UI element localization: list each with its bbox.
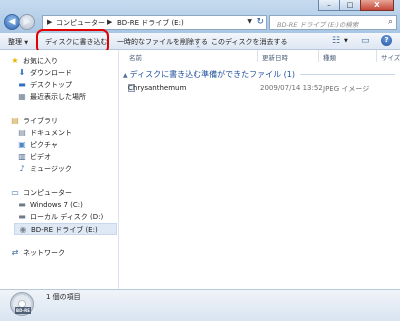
- documents-icon: ▤: [18, 128, 26, 137]
- nav-label: ローカル ディスク (D:): [30, 213, 104, 221]
- column-divider[interactable]: [376, 50, 377, 62]
- nav-computer[interactable]: ▭ コンピューター: [10, 188, 72, 198]
- organize-button[interactable]: 整理 ▼: [8, 37, 28, 47]
- nav-label: ダウンロード: [30, 69, 72, 77]
- nav-label: ライブラリ: [23, 117, 58, 125]
- breadcrumb-computer[interactable]: コンピューター: [56, 18, 105, 28]
- nav-music[interactable]: ♪ ミュージック: [17, 164, 72, 174]
- computer-icon: ▭: [11, 188, 19, 197]
- refresh-icon[interactable]: ↻: [256, 17, 264, 27]
- organize-label: 整理: [8, 38, 22, 46]
- nav-libraries[interactable]: ▤ ライブラリ: [10, 116, 58, 126]
- nav-drive-c[interactable]: ▬ Windows 7 (C:): [17, 200, 83, 209]
- nav-videos[interactable]: ▥ ビデオ: [17, 152, 51, 162]
- network-icon: ⇄: [11, 248, 19, 257]
- file-row[interactable]: Chrysanthemum 2009/07/14 13:52 JPEG イメージ: [128, 84, 398, 94]
- breadcrumb-bd-drive[interactable]: BD-RE ドライブ (E:): [117, 18, 184, 28]
- download-folder-icon: ⬇: [18, 68, 26, 77]
- nav-favorites[interactable]: ★ お気に入り: [10, 56, 58, 66]
- bd-disc-icon: BD-RE: [10, 292, 34, 316]
- collapse-icon: ▲: [123, 72, 128, 79]
- help-icon[interactable]: ?: [381, 35, 392, 46]
- minimize-button[interactable]: –: [318, 0, 340, 11]
- views-dropdown-icon[interactable]: ▼: [344, 38, 348, 44]
- column-header-name[interactable]: 名前: [129, 52, 142, 62]
- group-title: ディスクに書き込む準備ができたファイル (1): [129, 70, 295, 79]
- recent-places-icon: ▦: [18, 92, 26, 101]
- bd-drive-icon: ◉: [19, 225, 27, 234]
- nav-desktop[interactable]: ▬ デスクトップ: [17, 80, 72, 90]
- hard-drive-icon: ▬: [18, 212, 26, 221]
- close-button[interactable]: X: [360, 0, 394, 11]
- erase-disc-button[interactable]: このディスクを消去する: [211, 37, 288, 47]
- chevron-down-icon: ▼: [24, 40, 29, 46]
- nav-label: ピクチャ: [30, 141, 58, 149]
- search-icon[interactable]: ⌕: [388, 17, 393, 27]
- nav-label: Windows 7 (C:): [30, 201, 83, 209]
- file-name: Chrysanthemum: [128, 84, 187, 92]
- nav-label: コンピューター: [23, 189, 72, 197]
- column-divider[interactable]: [318, 50, 319, 62]
- item-count: 1 個の項目: [46, 293, 81, 301]
- column-header-type[interactable]: 種類: [323, 52, 336, 62]
- library-icon: ▤: [11, 116, 19, 125]
- hard-drive-icon: ▬: [18, 200, 26, 209]
- nav-drive-e[interactable]: ◉ BD-RE ドライブ (E:): [14, 223, 117, 235]
- disc-label: BD-RE: [15, 307, 31, 314]
- desktop-icon: ▬: [18, 80, 26, 89]
- search-box[interactable]: BD-RE ドライブ (E:)の検索 ⌕: [269, 15, 397, 30]
- address-dropdown-icon[interactable]: ▼: [247, 18, 252, 25]
- views-icon[interactable]: ☷: [332, 36, 340, 46]
- forward-button[interactable]: ▶: [19, 14, 35, 30]
- music-icon: ♪: [19, 164, 25, 173]
- explorer-window: – □ X ◀ ▶ ▶ コンピューター ▶ BD-RE ドライブ (E:) ▼ …: [0, 0, 400, 321]
- nav-label: お気に入り: [23, 57, 58, 65]
- search-placeholder: BD-RE ドライブ (E:)の検索: [277, 21, 359, 29]
- file-type: JPEG イメージ: [323, 85, 370, 93]
- maximize-icon: □: [346, 1, 354, 9]
- column-header-modified[interactable]: 更新日時: [262, 52, 288, 62]
- nav-network[interactable]: ⇄ ネットワーク: [10, 248, 65, 258]
- close-icon: X: [374, 1, 380, 9]
- column-header-size[interactable]: サイズ: [381, 52, 400, 62]
- nav-label: ネットワーク: [23, 249, 65, 257]
- nav-label: 最近表示した場所: [30, 93, 86, 101]
- delete-temp-files-button[interactable]: 一時的なファイルを削除する: [117, 37, 208, 47]
- group-header[interactable]: ▲ ディスクに書き込む準備ができたファイル (1): [123, 69, 295, 80]
- nav-label: デスクトップ: [30, 81, 72, 89]
- nav-label: ビデオ: [30, 153, 51, 161]
- nav-recent-places[interactable]: ▦ 最近表示した場所: [17, 92, 86, 102]
- nav-label: ドキュメント: [30, 129, 72, 137]
- breadcrumb-separator[interactable]: ▶: [107, 18, 112, 26]
- forward-arrow-icon: ▶: [23, 17, 31, 27]
- sort-indicator-icon: ^: [196, 46, 201, 52]
- address-bar[interactable]: ▶ コンピューター ▶ BD-RE ドライブ (E:) ▼ ↻: [42, 15, 267, 30]
- back-arrow-icon: ◀: [8, 17, 16, 27]
- column-divider[interactable]: [257, 50, 258, 62]
- file-modified: 2009/07/14 13:52: [260, 84, 323, 92]
- nav-drive-d[interactable]: ▬ ローカル ディスク (D:): [17, 212, 103, 222]
- group-divider: [300, 74, 395, 75]
- preview-pane-icon[interactable]: ▭: [361, 36, 370, 46]
- back-button[interactable]: ◀: [4, 14, 20, 30]
- videos-icon: ▥: [18, 152, 26, 161]
- maximize-button[interactable]: □: [339, 0, 361, 11]
- nav-documents[interactable]: ▤ ドキュメント: [17, 128, 72, 138]
- star-icon: ★: [11, 56, 19, 65]
- breadcrumb-separator[interactable]: ▶: [47, 18, 52, 26]
- minimize-icon: –: [327, 1, 331, 9]
- nav-pictures[interactable]: ▣ ピクチャ: [17, 140, 58, 150]
- navigation-pane: ★ お気に入り ⬇ ダウンロード ▬ デスクトップ ▦ 最近表示した場所 ▤ ライブラリ …: [0, 50, 119, 289]
- nav-label: ミュージック: [30, 165, 72, 173]
- nav-downloads[interactable]: ⬇ ダウンロード: [17, 68, 72, 78]
- pictures-icon: ▣: [18, 140, 26, 149]
- nav-label: BD-RE ドライブ (E:): [31, 226, 98, 234]
